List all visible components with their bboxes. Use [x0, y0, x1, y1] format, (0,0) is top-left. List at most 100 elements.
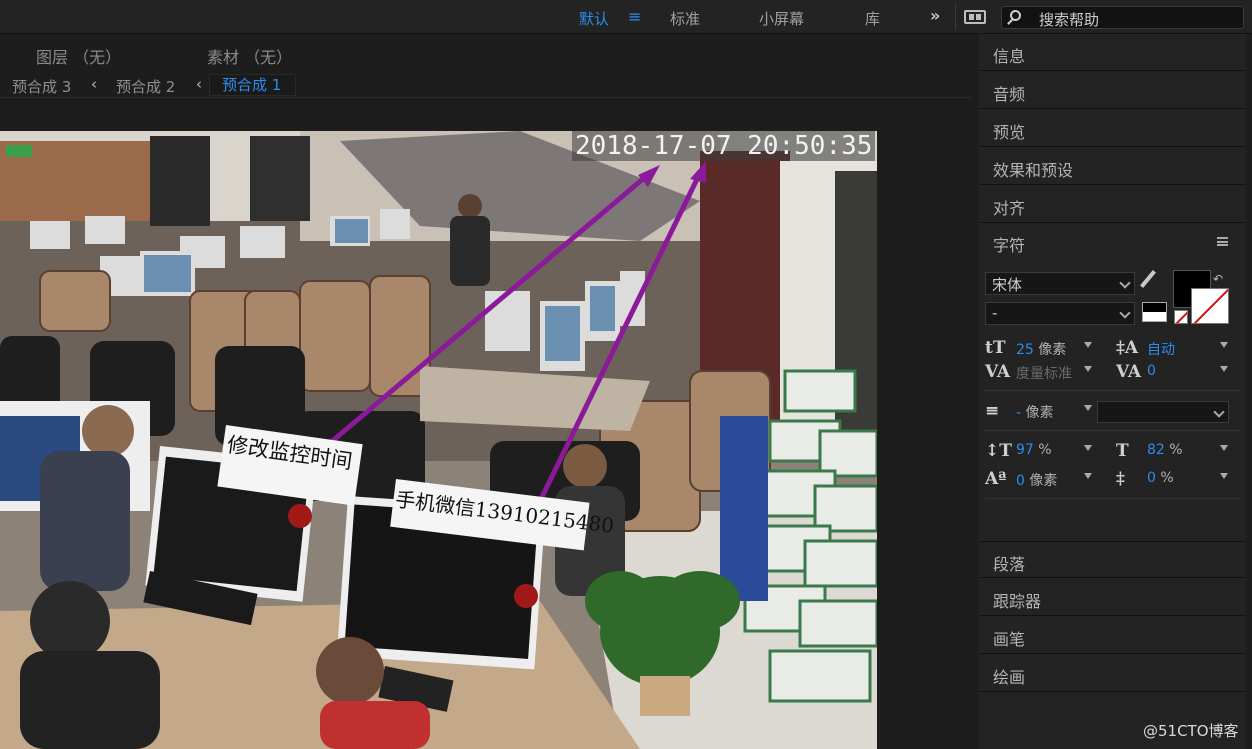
- workspace-standard[interactable]: 标准: [670, 8, 700, 29]
- no-fill-icon[interactable]: [1174, 310, 1188, 324]
- font-family-value: 宋体: [992, 276, 1023, 294]
- chevron-down-icon: [1084, 366, 1092, 372]
- breadcrumb-comp-1[interactable]: 预合成 1: [209, 74, 297, 96]
- chevron-down-icon: [1220, 473, 1228, 479]
- search-icon: [1010, 10, 1021, 21]
- kerning-icon: VA: [985, 362, 1011, 382]
- chevron-down-icon: [1220, 366, 1228, 372]
- panel-effects-presets[interactable]: 效果和预设: [979, 148, 1246, 185]
- baseline-shift-value: 0: [1016, 473, 1025, 489]
- panel-label: 信息: [993, 47, 1026, 66]
- font-size-icon: tT: [985, 338, 1006, 358]
- chevron-down-icon: [1220, 342, 1228, 348]
- panel-label: 画笔: [993, 630, 1026, 649]
- horizontal-scale-field[interactable]: T 82 %: [1116, 441, 1236, 461]
- swap-colors-icon[interactable]: ↶: [1213, 272, 1223, 286]
- chevron-down-icon: [1213, 406, 1225, 418]
- panel-audio[interactable]: 音频: [979, 72, 1246, 109]
- breadcrumb-comp-2[interactable]: 预合成 2: [116, 76, 175, 97]
- panel-label: 预览: [993, 123, 1026, 142]
- font-size-field[interactable]: tT 25 像素: [985, 338, 1105, 358]
- vertical-scale-field[interactable]: ↕T 97 %: [985, 441, 1105, 461]
- tracking-field[interactable]: VA 0: [1116, 362, 1236, 382]
- workspace-libraries[interactable]: 库: [865, 8, 880, 29]
- panel-label: 效果和预设: [993, 161, 1074, 180]
- composition-viewer[interactable]: 2018-17-07 20:50:35 修改监控时间 手机微信139102154…: [0, 131, 877, 749]
- viewer-tabs: 图层 （无） 素材 （无）: [0, 36, 972, 68]
- panel-menu-icon[interactable]: [1217, 237, 1228, 246]
- tsume-field[interactable]: ‡ 0 %: [1116, 469, 1236, 489]
- divider: [985, 390, 1240, 391]
- font-style-value: -: [992, 304, 998, 322]
- breadcrumb-comp-3[interactable]: 预合成 3: [12, 76, 71, 97]
- divider: [985, 430, 1240, 431]
- stroke-width-field[interactable]: ≡ - 像素: [985, 401, 1095, 423]
- panel-info[interactable]: 信息: [979, 34, 1246, 71]
- chevron-down-icon: [1084, 342, 1092, 348]
- help-search-input[interactable]: 搜索帮助: [1001, 6, 1244, 29]
- stroke-color-swatch[interactable]: [1191, 288, 1229, 324]
- panel-tracker[interactable]: 跟踪器: [979, 579, 1246, 616]
- chevron-down-icon: [1084, 405, 1092, 411]
- panel-title: 字符: [993, 236, 1026, 255]
- panel-label: 跟踪器: [993, 592, 1042, 611]
- panel-align[interactable]: 对齐: [979, 186, 1246, 223]
- baseline-shift-icon: Aª: [985, 469, 1007, 489]
- eyedropper-icon[interactable]: [1140, 270, 1156, 288]
- panel-preview[interactable]: 预览: [979, 110, 1246, 147]
- font-family-select[interactable]: 宋体: [985, 272, 1135, 295]
- horizontal-scale-value: 82: [1147, 442, 1165, 458]
- panel-brushes[interactable]: 画笔: [979, 617, 1246, 654]
- panel-paint[interactable]: 绘画: [979, 655, 1246, 692]
- tsume-icon: ‡: [1116, 469, 1125, 489]
- breadcrumb: 预合成 3 ‹ 预合成 2 ‹ 预合成 1: [0, 72, 972, 98]
- stroke-width-unit: 像素: [1025, 405, 1054, 421]
- workspace-bar: 默认 ≡ 标准 小屏幕 库 » 搜索帮助: [0, 0, 1252, 34]
- watermark: @51CTO博客: [1143, 722, 1239, 740]
- default-colors-icon[interactable]: [1142, 302, 1167, 322]
- leading-value: 自动: [1147, 342, 1175, 358]
- panel-label: 段落: [993, 555, 1026, 574]
- chevron-down-icon: [1220, 445, 1228, 451]
- baseline-shift-unit: 像素: [1029, 473, 1058, 489]
- chevron-down-icon: [1119, 277, 1131, 289]
- divider: [0, 97, 972, 98]
- divider: [985, 498, 1240, 499]
- timestamp-overlay: 2018-17-07 20:50:35: [572, 131, 876, 161]
- leading-icon: ‡A: [1116, 338, 1139, 358]
- tsume-value: 0: [1147, 470, 1156, 486]
- panel-label: 对齐: [993, 199, 1026, 218]
- right-panel-stack: 信息 音频 预览 效果和预设 对齐 字符 宋体 - tT 25 像素 ‡A 自动: [979, 34, 1246, 749]
- font-size-unit: 像素: [1038, 342, 1067, 358]
- stroke-width-value: -: [1016, 405, 1022, 421]
- chevron-left-icon: ‹: [196, 75, 202, 93]
- workspace-menu-icon[interactable]: ≡: [628, 7, 641, 26]
- font-size-value: 25: [1016, 342, 1034, 358]
- stroke-style-select[interactable]: [1097, 401, 1229, 423]
- tracking-icon: VA: [1116, 362, 1142, 382]
- leading-field[interactable]: ‡A 自动: [1116, 338, 1236, 358]
- panel-label: 音频: [993, 85, 1026, 104]
- vertical-scale-unit: %: [1038, 442, 1052, 458]
- horizontal-scale-icon: T: [1116, 441, 1129, 461]
- font-style-select[interactable]: -: [985, 302, 1135, 325]
- chevron-down-icon: [1119, 307, 1131, 319]
- tab-footage[interactable]: 素材 （无）: [207, 44, 292, 68]
- kerning-field[interactable]: VA 度量标准: [985, 362, 1105, 382]
- tsume-unit: %: [1160, 470, 1174, 486]
- chevron-left-icon: ‹: [91, 75, 97, 93]
- panel-label: 绘画: [993, 668, 1026, 687]
- workspace-default[interactable]: 默认: [579, 8, 609, 29]
- chevron-down-icon: [1084, 445, 1092, 451]
- workspace-small-screen[interactable]: 小屏幕: [759, 8, 804, 29]
- workspace-more-button[interactable]: »: [930, 6, 940, 25]
- panel-character-header[interactable]: 字符: [979, 225, 1246, 259]
- search-placeholder: 搜索帮助: [1039, 11, 1100, 29]
- tab-layer[interactable]: 图层 （无）: [36, 44, 121, 68]
- baseline-shift-field[interactable]: Aª 0 像素: [985, 469, 1105, 489]
- vertical-scale-value: 97: [1016, 442, 1034, 458]
- divider: [955, 4, 956, 30]
- panel-layout-icon[interactable]: [964, 10, 986, 24]
- panel-paragraph[interactable]: 段落: [979, 541, 1246, 578]
- vertical-scale-icon: ↕T: [985, 441, 1012, 461]
